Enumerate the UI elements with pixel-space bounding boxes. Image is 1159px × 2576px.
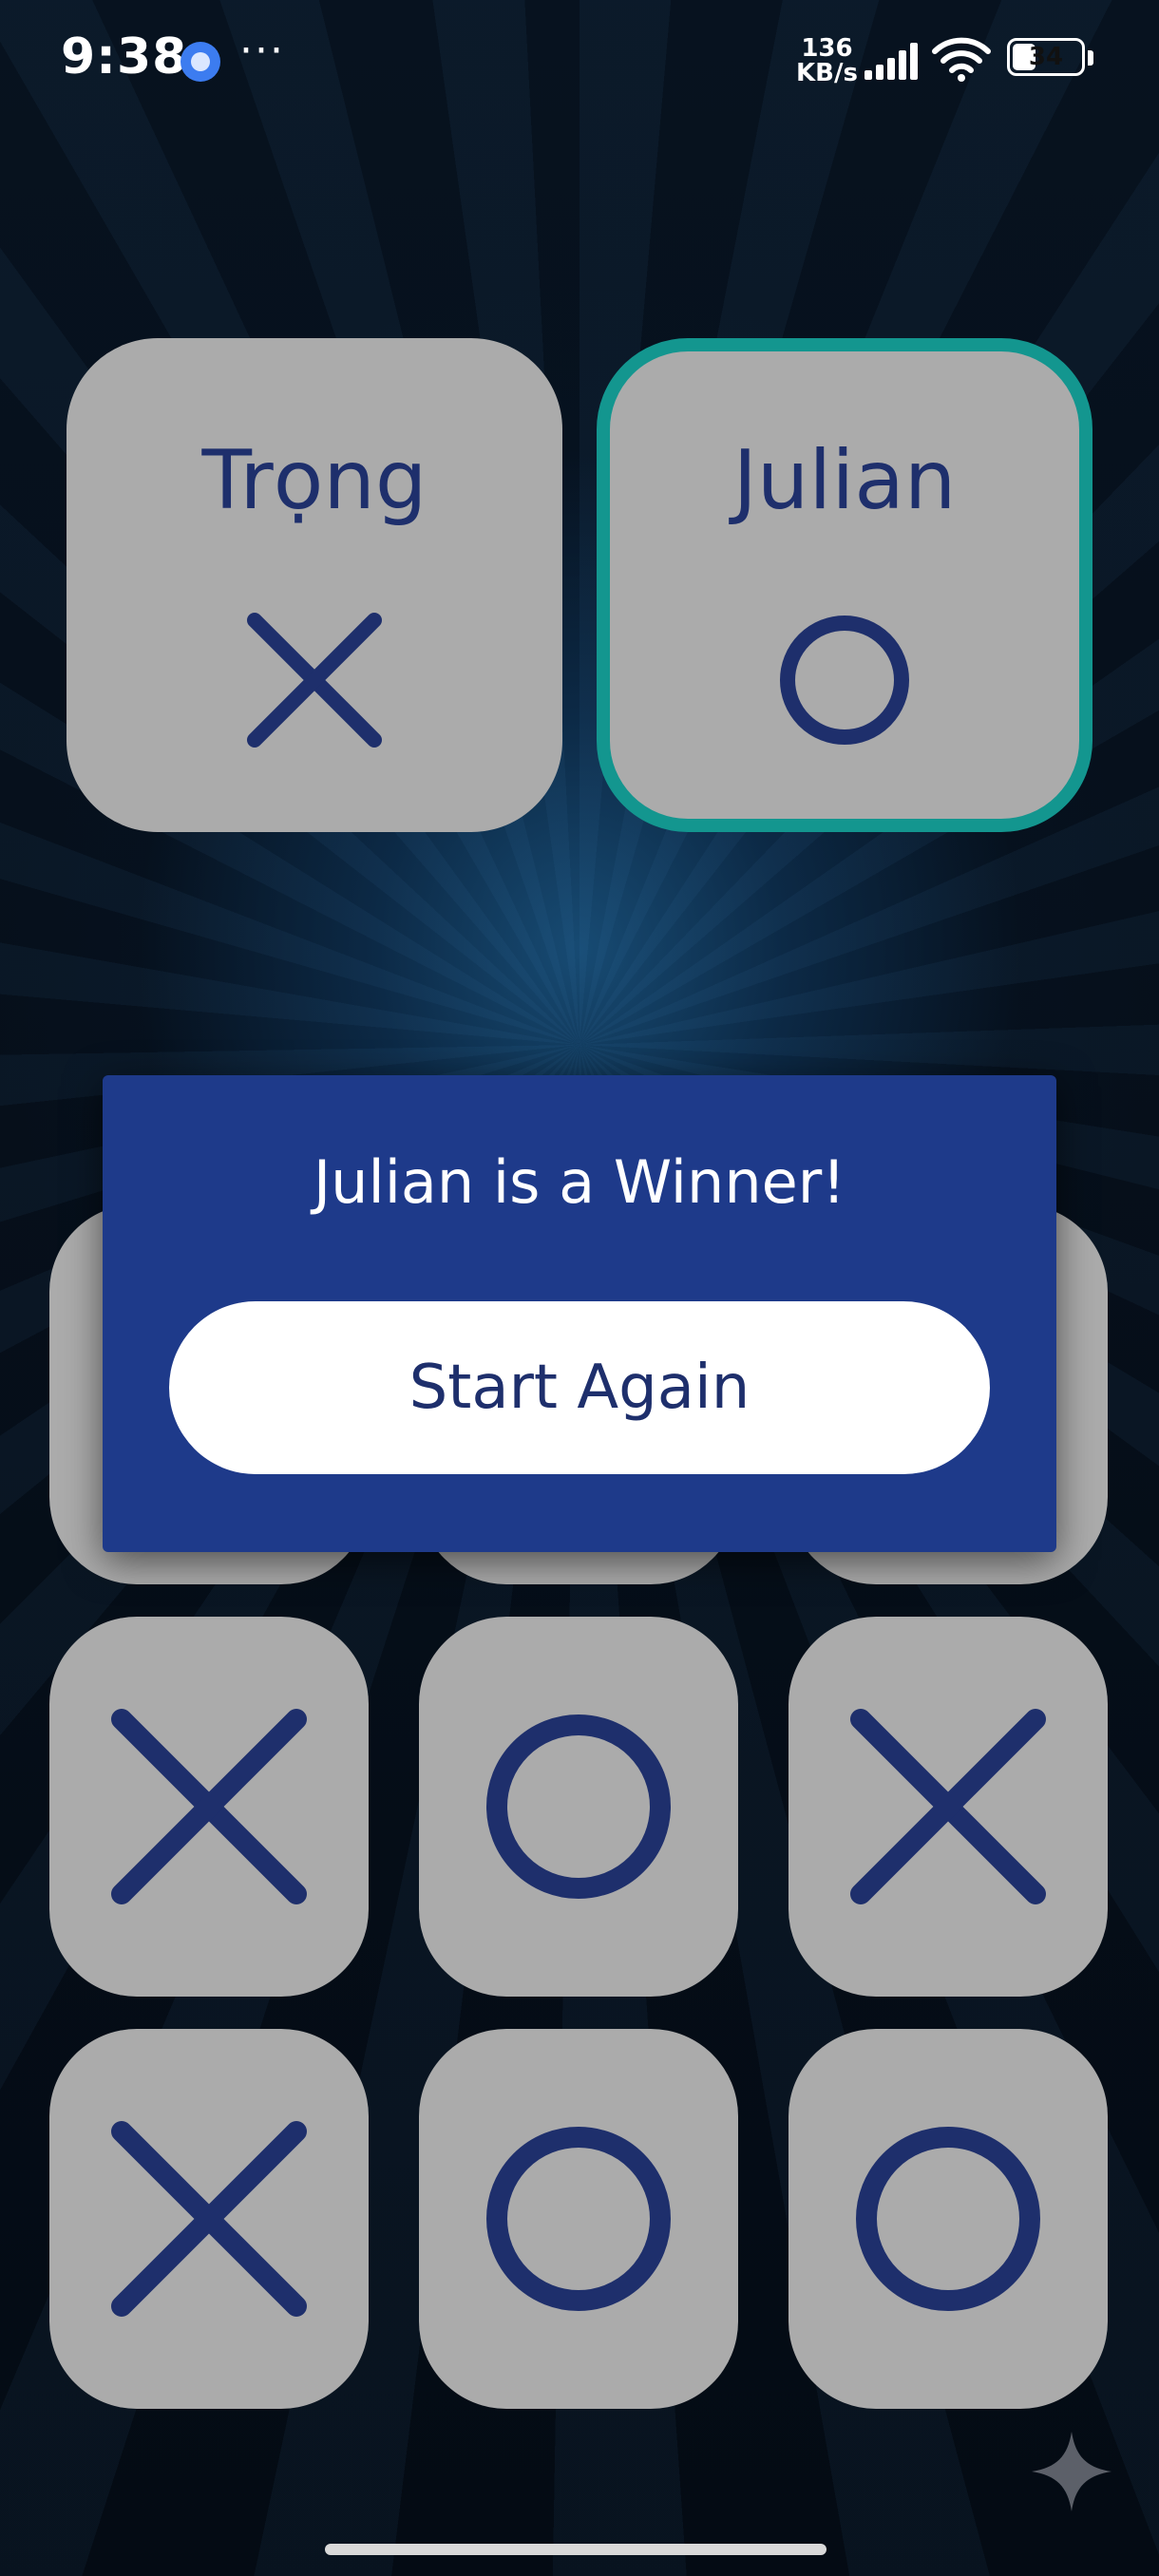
- player-name: Julian: [732, 433, 957, 528]
- o-mark-icon: [780, 616, 909, 745]
- player-card-2-active: Julian: [597, 338, 1092, 832]
- player-card-1: Trọng: [66, 338, 562, 832]
- o-mark-icon: [486, 2127, 671, 2311]
- o-mark-icon: [486, 1714, 671, 1899]
- network-speed-value: 136: [801, 34, 853, 63]
- player-name: Trọng: [201, 433, 428, 528]
- board-cell-r2-c3[interactable]: [788, 1617, 1108, 1997]
- status-time: 9:38: [61, 28, 188, 85]
- board-cell-r2-c1[interactable]: [49, 1617, 369, 1997]
- network-speed-unit: KB/s: [796, 59, 858, 87]
- board-cell-r2-c2[interactable]: [419, 1617, 738, 1997]
- o-mark-icon: [856, 2127, 1040, 2311]
- x-mark-icon: [111, 2121, 307, 2317]
- winner-dialog: Julian is a Winner! Start Again: [103, 1075, 1056, 1552]
- winner-message: Julian is a Winner!: [313, 1147, 846, 1217]
- sparkle-icon[interactable]: [1028, 2428, 1115, 2515]
- x-mark-icon: [247, 613, 382, 748]
- board-cell-r3-c3[interactable]: [788, 2029, 1108, 2409]
- board-cell-r3-c2[interactable]: [419, 2029, 738, 2409]
- messenger-icon: [180, 42, 220, 82]
- board-cell-r3-c1[interactable]: [49, 2029, 369, 2409]
- network-speed: 136 KB/s: [796, 36, 858, 85]
- home-indicator[interactable]: [325, 2544, 826, 2555]
- status-bar: 9:38 ··· 136 KB/s 34: [0, 0, 1159, 123]
- x-mark-icon: [111, 1709, 307, 1904]
- wifi-icon: [932, 37, 991, 82]
- signal-icon: [864, 43, 918, 80]
- battery-icon: 34: [1007, 38, 1085, 76]
- start-again-button[interactable]: Start Again: [169, 1301, 990, 1474]
- battery-nub: [1088, 50, 1093, 66]
- more-icon: ···: [239, 27, 285, 75]
- x-mark-icon: [850, 1709, 1046, 1904]
- battery-percent: 34: [1028, 43, 1064, 71]
